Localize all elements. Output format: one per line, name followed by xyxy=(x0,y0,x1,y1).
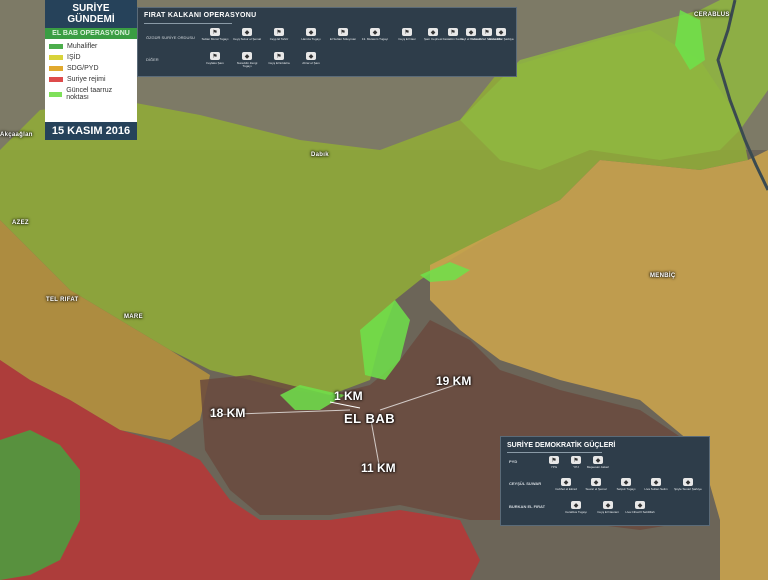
legend-subtitle: EL BAB OPERASYONU xyxy=(45,28,137,39)
legend-item-isis: IŞİD xyxy=(49,54,133,61)
faction-logo: ◆ Selçuk Tugayı xyxy=(616,478,636,491)
operation-row2-label: DİĞER xyxy=(146,57,159,62)
town-mare: MARE xyxy=(124,314,143,320)
legend-item-rebels: Muhalifler xyxy=(49,43,133,50)
shield-icon: ◆ xyxy=(593,456,603,464)
faction-logo: ◆ Şöyle Suvari Şarkiye xyxy=(674,478,702,491)
flag-icon: ⚑ xyxy=(210,52,220,60)
legend-item-regime: Suriye rejimi xyxy=(49,76,133,83)
legend-swatch xyxy=(49,77,63,82)
legend-item-sdg: SDG/PYD xyxy=(49,65,133,72)
sdg-group-burkan: BURKAN EL FIRAT xyxy=(509,504,546,509)
legend-item-attack: Güncel taarruz noktası xyxy=(49,87,133,101)
legend-swatch xyxy=(49,91,63,97)
shield-icon: ◆ xyxy=(496,28,506,36)
shield-icon: ◆ xyxy=(561,478,571,486)
faction-logo: ◆ 13. Mutasım Tugayı xyxy=(361,28,389,41)
faction-logo: ◆ Hamza Tugayı xyxy=(301,28,321,41)
faction-logo: ◆ Ceyş El Nasrani xyxy=(597,501,619,514)
legend-swatch xyxy=(49,44,63,49)
operation-panel: FIRAT KALKANI OPERASYONU ÖZGÜR SURİYE OR… xyxy=(137,7,517,77)
faction-logo: ◆ Nureddin Zengi Tugayı xyxy=(236,52,258,68)
distance-11km: 11 KM xyxy=(361,461,396,475)
town-telrifat: TEL RIFAT xyxy=(46,297,79,303)
distance-18km: 18 KM xyxy=(210,406,246,420)
faction-logo: ◆ Liva Cihad fi Sebilillah xyxy=(625,501,655,514)
faction-logo: ⚑ Feylaku Şam xyxy=(206,52,224,65)
shield-icon: ◆ xyxy=(591,478,601,486)
town-azez: AZEZ xyxy=(12,220,29,226)
legend-date: 15 KASIM 2016 xyxy=(45,122,137,140)
faction-logo: ⚑ Ceyş El Ezdeha xyxy=(268,52,290,65)
distance-1km: 1 KM xyxy=(334,389,363,403)
faction-logo: ◆ Mejeesarı Askeri xyxy=(586,456,610,469)
sdg-title: SURİYE DEMOKRATİK GÜÇLERİ xyxy=(507,442,616,449)
legend-label: SDG/PYD xyxy=(67,65,99,72)
legend-label: Suriye rejimi xyxy=(67,76,106,83)
faction-logo: ⚑ Sultan Murat Tugayı xyxy=(201,28,229,41)
shield-icon: ◆ xyxy=(621,478,631,486)
shield-icon: ◆ xyxy=(306,52,316,60)
legend-swatch xyxy=(49,66,63,71)
legend-swatch xyxy=(49,55,63,60)
shield-icon: ◆ xyxy=(306,28,316,36)
shield-icon: ◆ xyxy=(635,501,645,509)
shield-icon: ◆ xyxy=(242,52,252,60)
faction-logo: ⚑ Ceyş El Tahrir xyxy=(269,28,289,41)
legend-title: SURİYE GÜNDEMİ xyxy=(45,0,137,28)
shield-icon: ◆ xyxy=(571,501,581,509)
flag-icon: ⚑ xyxy=(571,456,581,464)
faction-logo: ◆ Liva Sultan Selim xyxy=(644,478,668,491)
shield-icon: ◆ xyxy=(370,28,380,36)
flag-icon: ⚑ xyxy=(274,52,284,60)
shield-icon: ◆ xyxy=(428,28,438,36)
faction-logo: ⚑ El Sultan Süleyman xyxy=(329,28,357,41)
town-akcakale: Akçaağlan xyxy=(0,132,33,138)
flag-icon: ⚑ xyxy=(549,456,559,464)
legend-panel: SURİYE GÜNDEMİ EL BAB OPERASYONU Muhalif… xyxy=(45,0,137,140)
sdg-group-ceysul: CEYŞÜL SUWAR xyxy=(509,481,542,486)
sdg-divider xyxy=(507,452,602,453)
faction-logo: ◆ Cebhet el Ekrad xyxy=(555,478,577,491)
flag-icon: ⚑ xyxy=(402,28,412,36)
operation-divider xyxy=(144,23,232,24)
sdg-panel: SURİYE DEMOKRATİK GÜÇLERİ PYD ⚑ YPG ⚑ YPJ … xyxy=(500,436,710,526)
town-menbic: MENBİÇ xyxy=(650,273,676,279)
operation-title: FIRAT KALKANI OPERASYONU xyxy=(144,12,257,19)
town-dabik: Dabık xyxy=(311,152,329,158)
legend-label: Muhalifler xyxy=(67,43,98,50)
faction-logo: ◆ Suwar el Şemal xyxy=(585,478,607,491)
faction-logo: ◆ Ahrar Elfar Şarkiya xyxy=(488,28,514,41)
legend-label: Güncel taarruz noktası xyxy=(66,87,113,101)
distance-19km: 19 KM xyxy=(436,374,472,388)
flag-icon: ⚑ xyxy=(274,28,284,36)
faction-logo: ◆ Cerablus Tugayı xyxy=(565,501,587,514)
flag-icon: ⚑ xyxy=(210,28,220,36)
sdg-group-pyd: PYD xyxy=(509,459,518,464)
operation-row1-label: ÖZGÜR SURİYE ORDUSU xyxy=(146,35,195,40)
shield-icon: ◆ xyxy=(651,478,661,486)
town-cerablus: CERABLUS xyxy=(694,12,730,18)
faction-logo: ◆ Ahrar el Şam xyxy=(302,52,320,65)
town-elbab: EL BAB xyxy=(344,411,396,426)
faction-logo: ◆ Ceyş Sukur el Şemal xyxy=(232,28,261,41)
legend-label: IŞİD xyxy=(67,54,81,61)
flag-icon: ⚑ xyxy=(338,28,348,36)
shield-icon: ◆ xyxy=(683,478,693,486)
shield-icon: ◆ xyxy=(603,501,613,509)
map-stage: CERABLUS Akçaağlan AZEZ TEL RIFAT MARE D… xyxy=(0,0,768,580)
shield-icon: ◆ xyxy=(242,28,252,36)
